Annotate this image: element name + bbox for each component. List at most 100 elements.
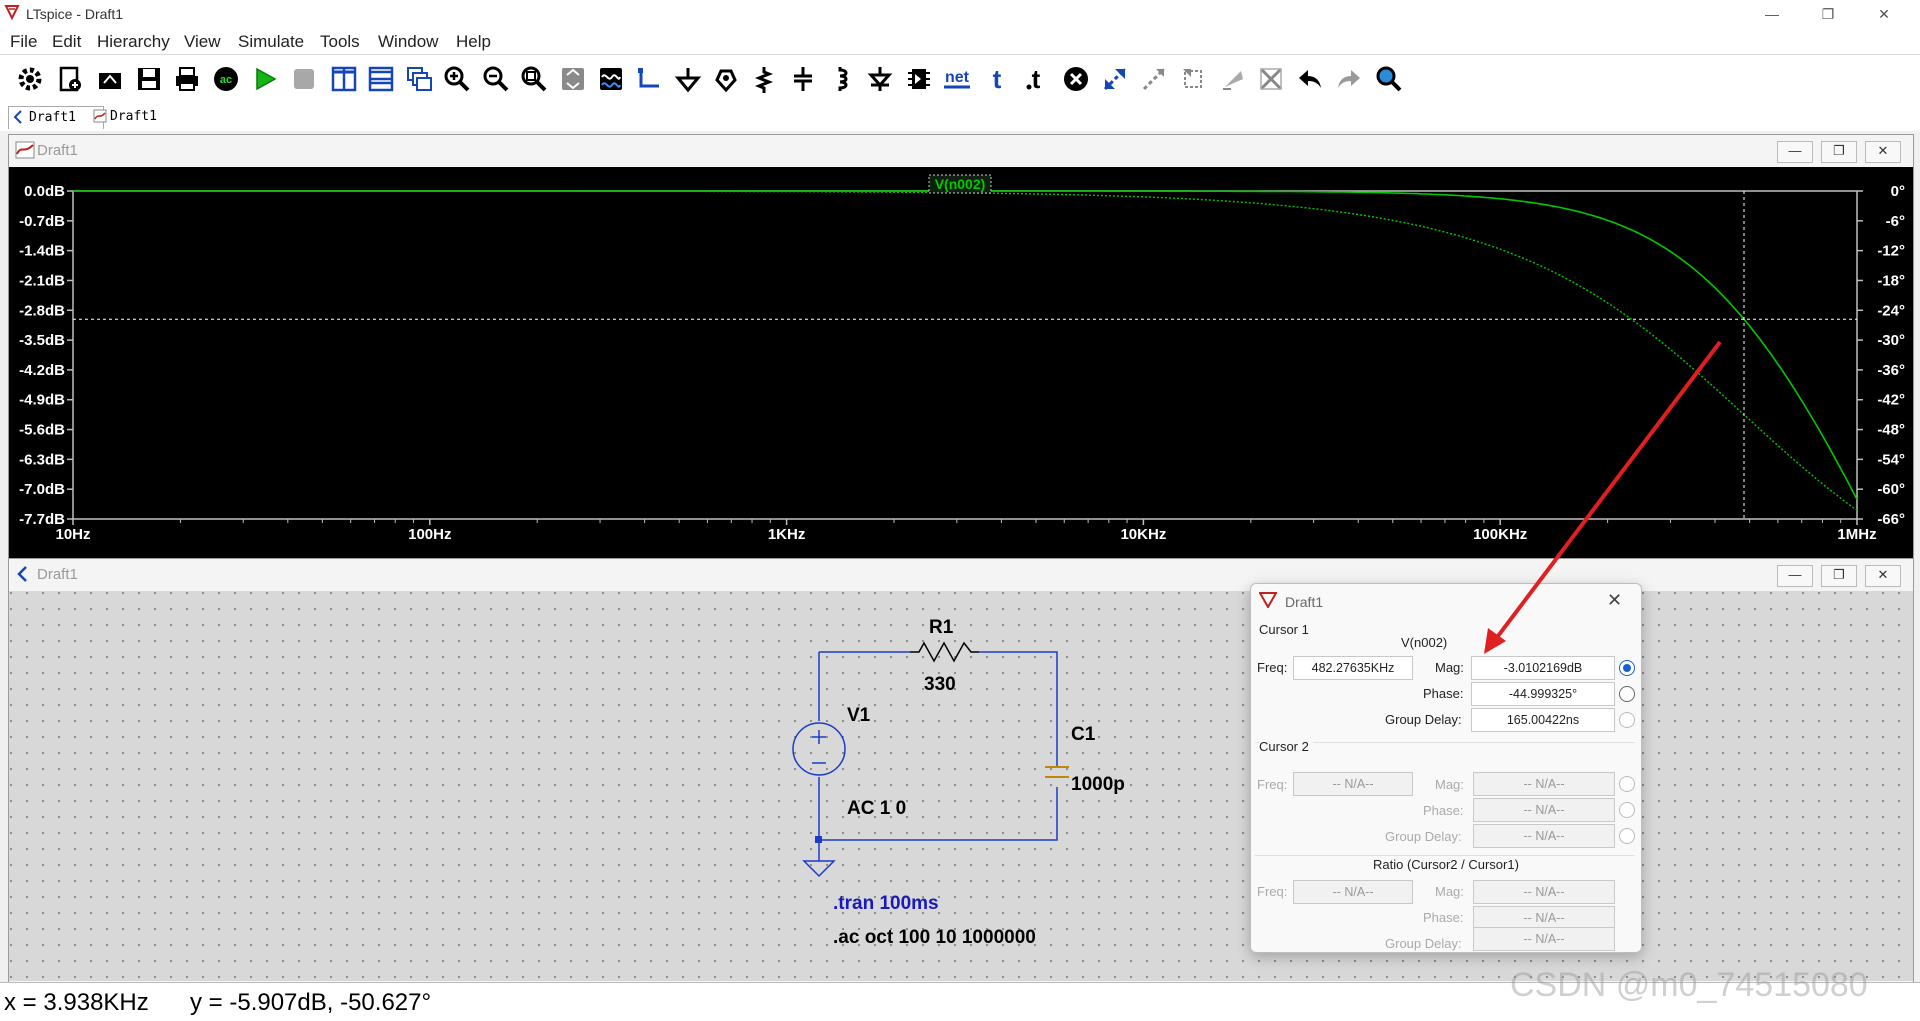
schematic-pane-title: Draft1 (37, 566, 78, 583)
cursor1-mag-radio[interactable] (1619, 660, 1635, 676)
title-bar: LTspice - Draft1 — ❐ ✕ (0, 0, 1920, 28)
menu-file[interactable]: File (10, 32, 37, 52)
label-net-icon[interactable] (710, 63, 742, 95)
cursor2-freq-field: -- N/A-- (1293, 772, 1413, 796)
run-icon[interactable] (249, 63, 281, 95)
ratio-group-delay-field: -- N/A-- (1473, 927, 1615, 951)
ratio-mag-label: Mag: (1435, 884, 1464, 899)
pane-minimize-button[interactable]: — (1777, 141, 1813, 163)
y-right-tick-label: -54° (1877, 451, 1905, 468)
close-button[interactable]: ✕ (1862, 2, 1906, 26)
save-icon[interactable] (133, 63, 165, 95)
waveform-icon[interactable] (595, 63, 627, 95)
tab-waveform-label: Draft1 (110, 109, 157, 124)
menu-hierarchy[interactable]: Hierarchy (97, 32, 170, 52)
r1-name: R1 (929, 617, 954, 638)
schematic-minimize-button[interactable]: — (1777, 565, 1813, 587)
zoom-fit-icon[interactable] (518, 63, 550, 95)
cascade-icon[interactable] (403, 63, 435, 95)
autorange-icon[interactable] (557, 63, 589, 95)
menu-window[interactable]: Window (378, 32, 438, 52)
ratio-group-delay-label: Group Delay: (1385, 936, 1462, 951)
cursor1-phase-radio[interactable] (1619, 686, 1635, 702)
pane-close-button[interactable]: ✕ (1865, 141, 1901, 163)
spice-directive-icon[interactable]: t (1020, 63, 1052, 95)
cursor1-freq-field[interactable]: 482.27635KHz (1293, 656, 1413, 680)
y-right-tick-label: -24° (1877, 302, 1905, 319)
restore-button[interactable]: ❐ (1806, 2, 1850, 26)
text-icon[interactable]: t (981, 63, 1013, 95)
halt-icon[interactable] (288, 63, 320, 95)
schematic-close-button[interactable]: ✕ (1865, 565, 1901, 587)
print-icon[interactable] (171, 63, 203, 95)
y-left-tick-label: 0.0dB (24, 183, 65, 200)
cursor1-mag-label: Mag: (1435, 660, 1464, 675)
y-right-tick-label: -48° (1877, 422, 1905, 439)
pane-restore-button[interactable]: ❐ (1821, 141, 1857, 163)
trace-label[interactable]: V(n002) (935, 176, 986, 192)
menu-edit[interactable]: Edit (52, 32, 81, 52)
x-tick-label: 1MHz (1837, 526, 1876, 543)
diode-icon[interactable] (864, 63, 896, 95)
directive-ac[interactable]: .ac oct 100 10 1000000 (833, 927, 1036, 948)
status-y-readout: y = -5.907dB, -50.627° (190, 989, 432, 1016)
v1-name: V1 (847, 705, 871, 726)
redo-icon[interactable] (1333, 63, 1365, 95)
mirror-icon[interactable] (1217, 63, 1249, 95)
plot-area[interactable]: 0.0dB -0.7dB -1.4dB -2.1dB -2.8dB -3.5dB -4.2d… (9, 167, 1913, 577)
menu-simulate[interactable]: Simulate (238, 32, 304, 52)
capacitor-icon[interactable] (787, 63, 819, 95)
schematic-restore-button[interactable]: ❐ (1821, 565, 1857, 587)
menu-help[interactable]: Help (456, 32, 491, 52)
ground-icon[interactable] (672, 63, 704, 95)
menu-tools[interactable]: Tools (320, 32, 360, 52)
wire-icon[interactable] (633, 63, 665, 95)
move-icon[interactable] (1099, 63, 1131, 95)
svg-text:t: t (1032, 65, 1041, 93)
waveform-pane-titlebar: Draft1 — ❐ ✕ (9, 135, 1913, 165)
bode-plot[interactable]: 0.0dB -0.7dB -1.4dB -2.1dB -2.8dB -3.5dB -4.2d… (9, 167, 1913, 577)
dialog-close-icon[interactable]: ✕ (1607, 590, 1622, 611)
undo-icon[interactable] (1294, 63, 1326, 95)
netname-icon[interactable]: net (941, 63, 973, 95)
v1-value: AC 1 0 (847, 798, 906, 819)
cursor1-group-delay-radio[interactable] (1619, 712, 1635, 728)
y-left-tick-label: -1.4dB (19, 243, 65, 260)
cursor1-phase-field[interactable]: -44.999325° (1471, 682, 1615, 706)
zoom-out-icon[interactable] (480, 63, 512, 95)
cursor2-phase-field: -- N/A-- (1473, 798, 1615, 822)
cross-icon[interactable] (1255, 63, 1287, 95)
phase-trace[interactable] (73, 190, 1858, 511)
document-tab-bar: Draft1 Draft1 (0, 103, 1920, 131)
cursor1-group-delay-field[interactable]: 165.00422ns (1471, 708, 1615, 732)
zoom-in-icon[interactable] (441, 63, 473, 95)
waveform-window-icon (15, 141, 35, 159)
y-left-tick-label: -2.1dB (19, 272, 65, 289)
minimize-button[interactable]: — (1750, 2, 1794, 26)
x-tick-label: 1KHz (768, 526, 806, 543)
tab-waveform[interactable]: Draft1 (90, 106, 184, 128)
cursor1-mag-field[interactable]: -3.0102169dB (1471, 656, 1615, 680)
component-icon[interactable] (903, 63, 935, 95)
magnitude-trace[interactable] (73, 190, 1858, 500)
rotate-icon[interactable] (1177, 63, 1209, 95)
ac-analysis-icon[interactable]: ac (210, 63, 242, 95)
inductor-icon[interactable] (826, 63, 858, 95)
find-icon[interactable] (1373, 63, 1405, 95)
resistor-icon[interactable] (748, 63, 780, 95)
open-icon[interactable] (94, 63, 126, 95)
dialog-logo-icon (1259, 592, 1277, 608)
cursor1-phase-label: Phase: (1423, 686, 1464, 701)
watermark: CSDN @m0_74515080 (1510, 966, 1868, 1004)
delete-icon[interactable] (1060, 63, 1092, 95)
tile-vertical-icon[interactable] (328, 63, 360, 95)
directive-tran[interactable]: .tran 100ms (833, 893, 939, 914)
settings-icon[interactable] (14, 63, 46, 95)
new-schematic-icon[interactable] (54, 63, 86, 95)
drag-icon[interactable] (1138, 63, 1170, 95)
window-title: LTspice - Draft1 (26, 6, 123, 22)
ac-label: ac (220, 74, 232, 86)
menu-view[interactable]: View (184, 32, 221, 52)
cursor2-phase-label: Phase: (1423, 803, 1464, 818)
tile-horizontal-icon[interactable] (365, 63, 397, 95)
